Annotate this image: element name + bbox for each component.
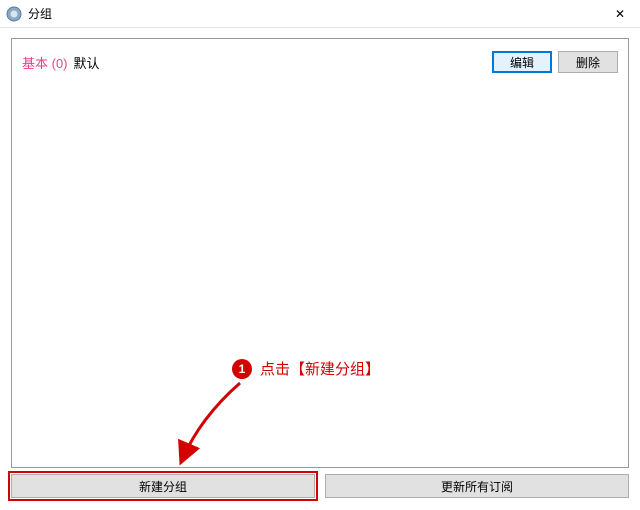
group-row[interactable]: 基本 (0) 默认 编辑 删除 — [12, 39, 628, 85]
app-icon — [6, 6, 22, 22]
group-default-label: 默认 — [74, 53, 100, 72]
delete-button[interactable]: 删除 — [558, 51, 618, 73]
edit-button[interactable]: 编辑 — [492, 51, 552, 73]
group-name-label: 基本 (0) — [22, 53, 68, 72]
new-group-button[interactable]: 新建分组 — [11, 474, 315, 498]
close-button[interactable]: ✕ — [600, 0, 640, 28]
bottom-toolbar: 新建分组 更新所有订阅 — [11, 474, 629, 498]
close-icon: ✕ — [615, 7, 625, 21]
update-all-button[interactable]: 更新所有订阅 — [325, 474, 629, 498]
group-list-panel: 基本 (0) 默认 编辑 删除 — [11, 38, 629, 468]
window-title: 分组 — [28, 5, 52, 22]
titlebar: 分组 ✕ — [0, 0, 640, 28]
